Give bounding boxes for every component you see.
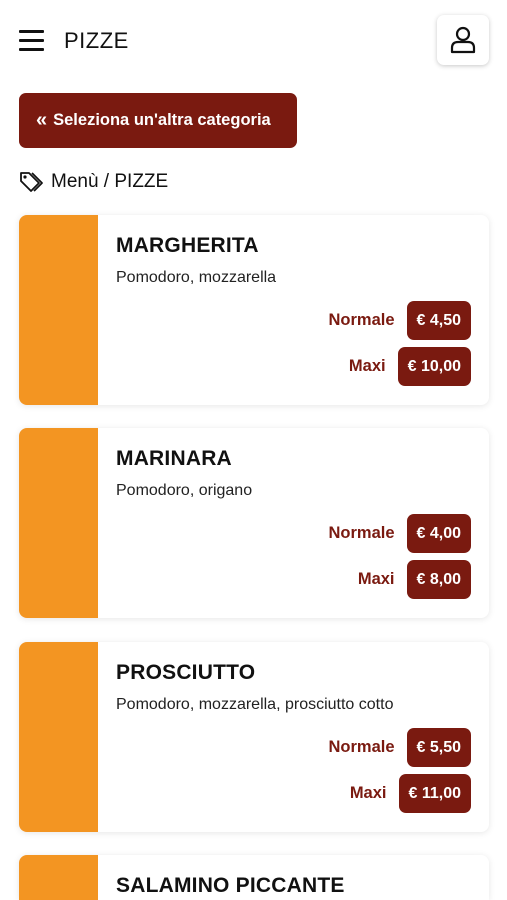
price-label: Normale (328, 524, 395, 542)
top-bar: PIZZE (0, 0, 507, 80)
product-image (19, 855, 98, 900)
double-chevron-left-icon: « (36, 108, 48, 131)
user-icon (450, 26, 476, 54)
product-card[interactable]: MARINARA Pomodoro, origano Normale € 4,0… (19, 428, 489, 618)
back-button-label: Seleziona un'altra categoria (53, 111, 271, 129)
price-row: Normale € 5,50 (328, 728, 471, 767)
product-name: MARINARA (116, 447, 232, 470)
price-label: Maxi (348, 357, 386, 375)
price-label: Maxi (349, 784, 387, 802)
product-name: MARGHERITA (116, 234, 259, 257)
price-button[interactable]: € 8,00 (406, 560, 471, 599)
product-image (19, 215, 98, 405)
menu-icon[interactable] (19, 30, 44, 52)
product-card[interactable]: PROSCIUTTO Pomodoro, mozzarella, prosciu… (19, 642, 489, 832)
product-image (19, 428, 98, 618)
product-image (19, 642, 98, 832)
user-account-button[interactable] (437, 15, 489, 65)
breadcrumb-text: Menù / PIZZE (51, 171, 169, 192)
price-row: Maxi € 10,00 (349, 347, 471, 386)
page-title: PIZZE (64, 28, 129, 53)
product-card[interactable]: MARGHERITA Pomodoro, mozzarella Normale … (19, 215, 489, 405)
product-description: Pomodoro, origano (116, 482, 253, 499)
price-button[interactable]: € 4,00 (406, 514, 471, 553)
price-button[interactable]: € 11,00 (398, 774, 471, 813)
tags-icon (20, 172, 43, 192)
product-description: Pomodoro, mozzarella (116, 269, 277, 286)
price-label: Normale (328, 738, 395, 756)
price-row: Normale € 4,50 (328, 301, 471, 340)
price-button[interactable]: € 10,00 (397, 347, 471, 386)
product-name: SALAMINO PICCANTE (116, 874, 345, 897)
price-row: Normale € 4,00 (328, 514, 471, 553)
product-description: Pomodoro, mozzarella, prosciutto cotto (116, 696, 394, 713)
price-label: Maxi (357, 570, 395, 588)
price-row: Maxi € 11,00 (350, 774, 471, 813)
price-button[interactable]: € 4,50 (406, 301, 471, 340)
product-card[interactable]: SALAMINO PICCANTE (19, 855, 489, 900)
back-to-categories-button[interactable]: « Seleziona un'altra categoria (19, 93, 297, 148)
price-row: Maxi € 8,00 (358, 560, 471, 599)
price-button[interactable]: € 5,50 (406, 728, 471, 767)
breadcrumb: Menù / PIZZE (19, 170, 168, 194)
price-label: Normale (328, 311, 395, 329)
product-name: PROSCIUTTO (116, 661, 256, 684)
